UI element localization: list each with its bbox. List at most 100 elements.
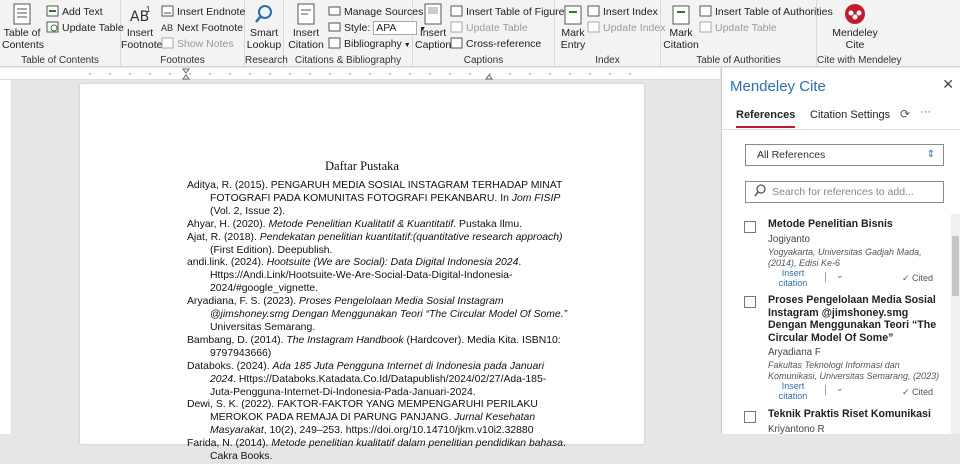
toc-button[interactable]: Table of Contents (2, 3, 44, 51)
reference-entry: Dewi, S. K. (2022). FAKTOR-FAKTOR YANG M… (187, 399, 538, 437)
horizontal-ruler[interactable] (0, 68, 720, 80)
mendeley-panel: Mendeley Cite ✕ References Citation Sett… (721, 68, 960, 435)
mark-citation-button[interactable]: Mark Citation (663, 3, 699, 51)
reference-entry: Ajat, R. (2018). Pendekatan penelitian k… (187, 231, 563, 256)
update-icon (699, 21, 712, 33)
panel-title: Mendeley Cite (730, 78, 826, 95)
insert-toa-button[interactable]: Insert Table of Authorities (699, 4, 833, 20)
reference-checkbox[interactable] (744, 221, 756, 233)
insert-caption-button[interactable]: Insert Caption (415, 3, 451, 51)
tab-citation-settings[interactable]: Citation Settings (810, 109, 890, 121)
manage-sources-button[interactable]: Manage Sources (328, 4, 423, 20)
mark-citation-icon (669, 3, 693, 25)
insert-index-button[interactable]: Insert Index (587, 4, 658, 20)
update-tof-button[interactable]: Update Table (450, 20, 528, 36)
mark-entry-button[interactable]: Mark Entry (557, 3, 589, 51)
scrollbar-thumb[interactable] (952, 236, 959, 296)
search-input[interactable]: Search for references to add... (745, 181, 944, 203)
table-of-contents-icon (10, 3, 34, 25)
update-icon (587, 21, 600, 33)
insert-footnote-button[interactable]: AB 1 Insert Footnote (121, 3, 162, 51)
bibliography-button[interactable]: Bibliography ▼ (328, 36, 411, 52)
toa-icon (699, 5, 712, 17)
insert-citation-button[interactable]: Insert Citation (286, 3, 326, 51)
tab-references[interactable]: References (736, 109, 796, 128)
ribbon: Table of Contents Add Text Update Table … (0, 0, 960, 67)
more-options-icon[interactable]: ··· (920, 106, 931, 118)
next-footnote-icon: AB (161, 21, 174, 33)
reference-title: Metode Penelitian Bisnis (768, 218, 893, 230)
mark-entry-icon (561, 3, 585, 25)
reference-author: Kriyantono R (768, 424, 825, 435)
reference-publication: Fakultas Teknologi Informasi dan Komunik… (768, 360, 940, 381)
bibliography-icon (328, 37, 341, 49)
manage-sources-icon (328, 5, 341, 17)
citation-icon (294, 3, 318, 25)
close-icon[interactable]: ✕ (942, 76, 954, 93)
update-icon (450, 21, 463, 33)
reference-author: Aryadiana F (768, 347, 821, 358)
reference-list: Aditya, R. (2015). PENGARUH MEDIA SOSIAL… (187, 180, 569, 464)
chevron-down-icon[interactable]: ⌄ (836, 383, 844, 394)
list-item: Proses Pengelolaan Media Sosial Instagra… (744, 294, 949, 404)
reference-entry: Databoks. (2024). Ada 185 Juta Pengguna … (187, 360, 547, 398)
panel-tabs: References Citation Settings ⟳ ··· (722, 102, 960, 130)
insert-citation-link[interactable]: Insert citation (772, 381, 814, 401)
chevron-down-icon: ▼ (401, 42, 411, 49)
group-footnotes: AB 1 Insert Footnote Insert Endnote AB Nex… (121, 0, 245, 67)
svg-text:AB: AB (161, 23, 173, 33)
cited-status: ✓ Cited (902, 387, 934, 397)
cross-reference-button[interactable]: Cross-reference (450, 36, 541, 52)
style-select[interactable]: Style: APA ▼ (328, 20, 426, 36)
insert-tof-button[interactable]: Insert Table of Figures (450, 4, 570, 20)
refresh-icon[interactable]: ⟳ (900, 107, 910, 121)
add-text-button[interactable]: Add Text (46, 4, 103, 20)
ruler-ticks (80, 68, 644, 80)
reference-entry: Aditya, R. (2015). PENGARUH MEDIA SOSIAL… (187, 180, 563, 217)
footnote-icon: AB 1 (128, 3, 152, 25)
list-item: Metode Penelitian Bisnis Jogiyanto Yogya… (744, 218, 949, 298)
group-research: Smart Lookup Research (245, 0, 288, 67)
next-footnote-button[interactable]: AB Next Footnote (161, 20, 243, 36)
show-notes-button[interactable]: Show Notes (161, 36, 234, 52)
add-text-icon (46, 5, 59, 17)
update-toa-button[interactable]: Update Table (699, 20, 777, 36)
chevron-updown-icon: ⇕ (926, 149, 935, 160)
group-toc: Table of Contents Add Text Update Table … (0, 0, 124, 67)
chevron-down-icon[interactable]: ⌄ (836, 270, 844, 281)
vertical-ruler[interactable] (0, 80, 12, 434)
update-icon (46, 21, 59, 33)
insert-citation-link[interactable]: Insert citation (772, 268, 814, 288)
cross-reference-icon (450, 37, 463, 49)
table-of-figures-icon (450, 5, 463, 17)
reference-checkbox[interactable] (744, 411, 756, 423)
group-captions: Insert Caption Insert Table of Figures U… (413, 0, 570, 67)
svg-text:1: 1 (146, 5, 151, 14)
update-table-button[interactable]: Update Table (46, 20, 124, 36)
document-page[interactable]: Daftar Pustaka Aditya, R. (2015). PENGAR… (80, 84, 644, 462)
group-mendeley: Mendeley Cite Cite with Mendeley (817, 0, 901, 67)
smart-lookup-button[interactable]: Smart Lookup (245, 3, 283, 51)
update-index-button[interactable]: Update Index (587, 20, 665, 36)
mendeley-logo-icon (843, 3, 867, 25)
group-index: Mark Entry Insert Index Update Index Ind… (555, 0, 665, 67)
reference-checkbox[interactable] (744, 296, 756, 308)
divider: | (824, 271, 827, 283)
group-citations: Insert Citation Manage Sources Style: AP… (284, 0, 426, 67)
style-icon (328, 21, 341, 33)
search-icon (252, 3, 276, 25)
reference-title: Proses Pengelolaan Media Sosial Instagra… (768, 294, 937, 344)
index-icon (587, 5, 600, 17)
scrollbar[interactable] (951, 214, 960, 434)
cited-status: ✓ Cited (902, 273, 934, 283)
insert-endnote-button[interactable]: Insert Endnote (161, 4, 245, 20)
reference-filter-select[interactable]: All References ⇕ (745, 144, 944, 166)
search-icon (754, 183, 766, 204)
reference-publication: Yogyakarta, Universitas Gadjah Mada, (20… (768, 247, 922, 268)
reference-entry: Aryadiana, F. S. (2023). Proses Pengelol… (187, 296, 568, 333)
mendeley-cite-button[interactable]: Mendeley Cite (831, 3, 879, 51)
reference-title: Teknik Praktis Riset Komunikasi (768, 408, 931, 420)
page-title: Daftar Pustaka (325, 159, 399, 173)
reference-entry: Bambang, D. (2014). The Instagram Handbo… (187, 334, 561, 359)
show-notes-icon (161, 37, 174, 49)
